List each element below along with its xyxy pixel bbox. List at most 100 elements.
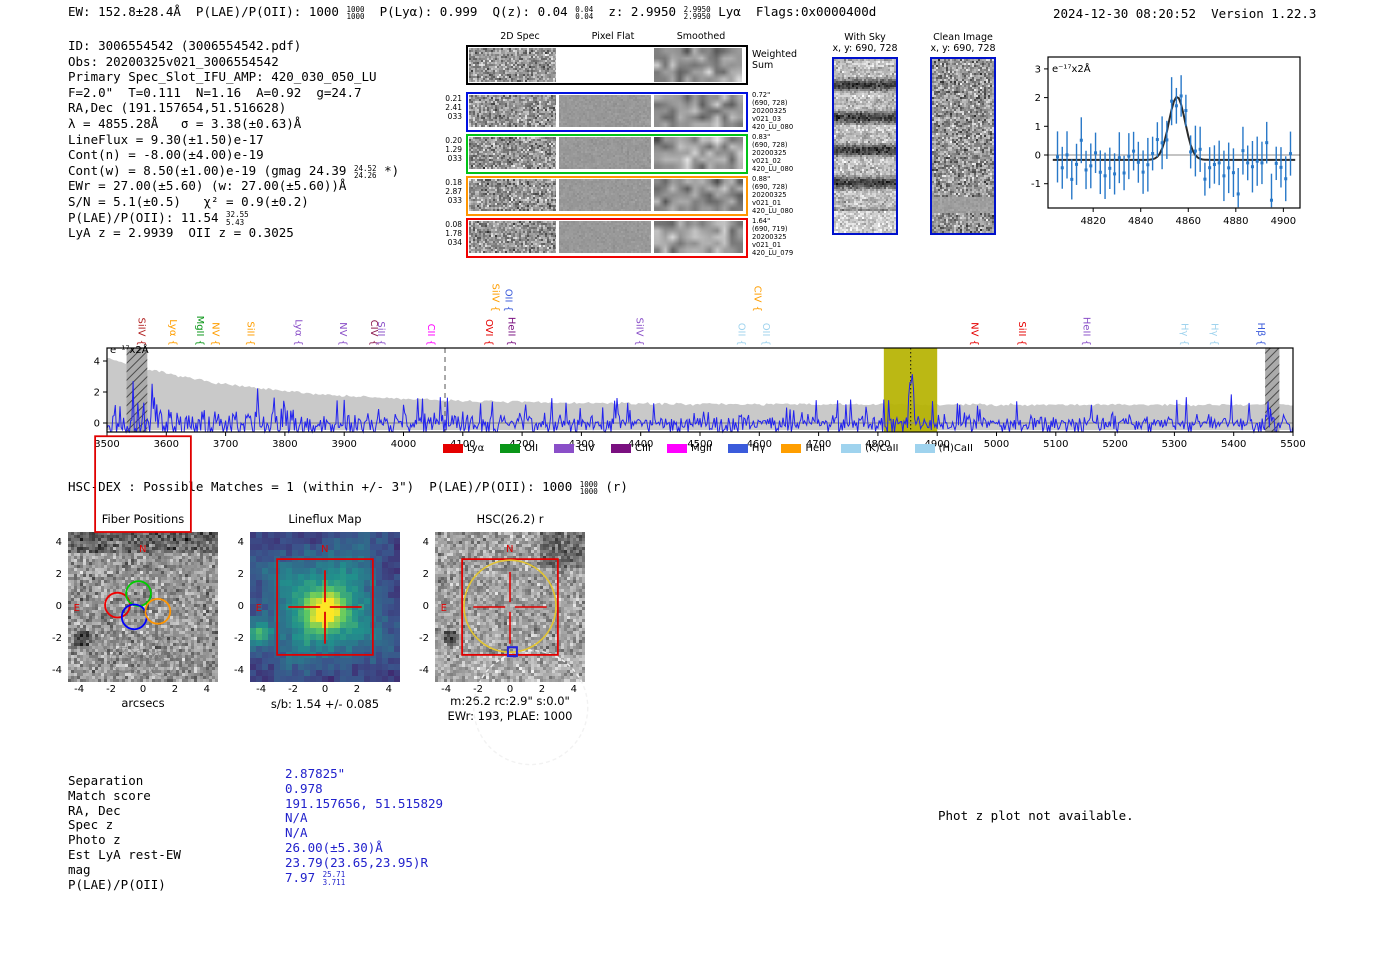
text-segment: Cont(w) = 8.50(±1.00)e-19 (gmag 24.39 [68, 162, 354, 178]
svg-text:2: 2 [94, 388, 100, 399]
legend-swatch [611, 444, 632, 453]
svg-text:4880: 4880 [1223, 216, 1248, 227]
fiber-xlabel: arcsecs [121, 696, 165, 710]
line-marker-SiIV: SiIV { [135, 318, 146, 346]
info-line-12: LyA z = 2.9939 OII z = 0.3025 [68, 225, 294, 241]
weighted-sum-line1: Weighted [752, 49, 797, 60]
legend-swatch [841, 444, 862, 453]
row-1-2d-image [469, 137, 556, 169]
legend-swatch [666, 444, 687, 453]
text-segment: P(LAE)/P(OII): 11.54 [68, 209, 227, 225]
row-0-left-labels: 0.21 2.41 033 [445, 94, 462, 121]
line-marker-NV: NV { [210, 322, 221, 346]
row-2-right-labels: 0.88" (690, 728) 20200325 v021_01 420_LU_080 [752, 175, 794, 216]
report-meta: 2024-12-30 08:20:52 Version 1.22.3 [1053, 3, 1316, 22]
text-segment: 26.00(±5.30)Å [285, 840, 383, 855]
text-segment: *) [376, 162, 400, 178]
ytick-lineflux: -4 [234, 664, 244, 676]
text-segment: (r) [597, 479, 628, 494]
row-1-left-labels: 0.20 1.29 033 [445, 136, 462, 163]
legend-swatch [781, 444, 802, 453]
ytick-hsc: -4 [419, 664, 429, 676]
spec2d-row-1 [466, 134, 748, 174]
info-line-10: S/N = 5.1(±0.5) χ² = 0.9(±0.2) [68, 194, 309, 210]
col-header-pixelflat: Pixel Flat [591, 31, 635, 42]
line-fit-plot: 4820 4840 4860 4880 4900 -1 0 1 2 3 e⁻¹⁷x2Å [1031, 56, 1301, 227]
svg-text:4860: 4860 [1176, 216, 1201, 227]
svg-text:1: 1 [1035, 122, 1041, 133]
line-marker-NV: NV { [337, 322, 348, 346]
lineflux-map-title: Lineflux Map [288, 512, 362, 526]
line-marker-CII: CII { [425, 324, 436, 346]
xtick-hsc: 4 [570, 684, 578, 695]
row-1-right-labels: 0.83" (690, 728) 20200325 v021_02 420_LU_080 [752, 133, 794, 174]
svg-text:N: N [139, 544, 146, 555]
weighted-smoothed-image [654, 48, 742, 82]
line-marker-NV: NV { [969, 322, 980, 346]
xtick-fiber: 2 [171, 684, 179, 695]
row-0-2d-image [469, 95, 556, 127]
svg-text:3700: 3700 [213, 439, 238, 450]
legend-label: CIV [578, 443, 595, 454]
info-line-3: F=2.0" T=0.111 N=1.16 A=0.92 g=24.7 [68, 85, 362, 101]
text-segment: λ = 4855.28Å σ = 3.38(±0.63)Å [68, 116, 302, 131]
legend-item-CIV: CIV [554, 443, 595, 454]
line-marker-HeII: HeII { [1081, 317, 1092, 346]
xtick-lineflux: 2 [353, 684, 361, 695]
svg-text:4840: 4840 [1128, 216, 1153, 227]
svg-text:3800: 3800 [272, 439, 297, 450]
line-marker-CIV: CIV { [752, 286, 763, 312]
svg-text:5300: 5300 [1162, 439, 1187, 450]
info-line-0: ID: 3006554542 (3006554542.pdf) [68, 38, 301, 54]
legend-label: MgII [690, 443, 712, 454]
legend-item-(H)CaII: (H)CaII [914, 443, 973, 454]
spec2d-row-2 [466, 176, 748, 216]
row-3-pixelflat-image [559, 221, 651, 253]
legend-swatch [727, 444, 748, 453]
weighted-sum-label: Weighted Sum [752, 49, 797, 71]
match-label-mag: mag [68, 861, 91, 877]
legend-label: (K)CaII [865, 443, 899, 454]
row-1-smoothed-image [654, 137, 743, 169]
xtick-hsc: -4 [441, 684, 452, 695]
text-segment: ID: 3006554542 (3006554542.pdf) [68, 38, 302, 53]
stacked-fraction: 1000 1000 [579, 479, 598, 497]
info-line-1: Obs: 20200325v021_3006554542 [68, 54, 279, 70]
info-line-11: P(LAE)/P(OII): 11.54 32.55 5.43 [68, 210, 249, 227]
ytick-hsc: -2 [419, 632, 429, 644]
text-segment: Lyα Flags:0x0000400d [710, 4, 877, 19]
row-1-pixelflat-image [559, 137, 651, 169]
stacked-fraction: 25.71 3.711 [322, 870, 346, 887]
svg-text:5200: 5200 [1102, 439, 1127, 450]
text-segment: z: 2.9950 [593, 4, 684, 19]
text-segment: RA,Dec (191.157654,51.516628) [68, 100, 287, 116]
row-0-smoothed-image [654, 95, 743, 127]
svg-text:5000: 5000 [984, 439, 1009, 450]
fiber-positions-overlay: NE [74, 435, 192, 677]
col-header-smoothed: Smoothed [676, 31, 726, 42]
info-line-4: RA,Dec (191.157654,51.516628) [68, 100, 286, 116]
ytick-fiber: 4 [55, 537, 62, 549]
svg-text:N: N [506, 544, 513, 555]
spec2d-row-0 [466, 92, 748, 132]
line-marker-Lyα: Lyα { [293, 319, 304, 346]
xtick-fiber: 4 [203, 684, 211, 695]
info-line-2: Primary Spec_Slot_IFU_AMP: 420_030_050_L… [68, 69, 377, 85]
line-marker-SiII: SiII { [1016, 321, 1027, 346]
withsky-coords: x, y: 690, 728 [832, 43, 898, 54]
match-label-p-lae-p-oii-: P(LAE)/P(OII) [68, 876, 166, 892]
match-value-1: 0.978 [285, 781, 323, 797]
match-value-6: 23.79(23.65,23.95)R [285, 855, 428, 871]
text-segment: 2.87825" [285, 766, 346, 781]
row-3-2d-image [469, 221, 556, 253]
ytick-fiber: 0 [55, 601, 62, 612]
match-label-separation: Separation [68, 773, 144, 788]
legend-label: HeII [805, 443, 826, 454]
text-segment: 23.79(23.65,23.95)R [285, 854, 428, 870]
withsky-title: With Sky [844, 32, 886, 43]
legend-label: OII [524, 443, 539, 454]
stacked-fraction: 1000 1000 [346, 4, 365, 22]
svg-text:E: E [74, 603, 80, 614]
clean-image [932, 59, 994, 233]
svg-text:2: 2 [1035, 93, 1041, 104]
